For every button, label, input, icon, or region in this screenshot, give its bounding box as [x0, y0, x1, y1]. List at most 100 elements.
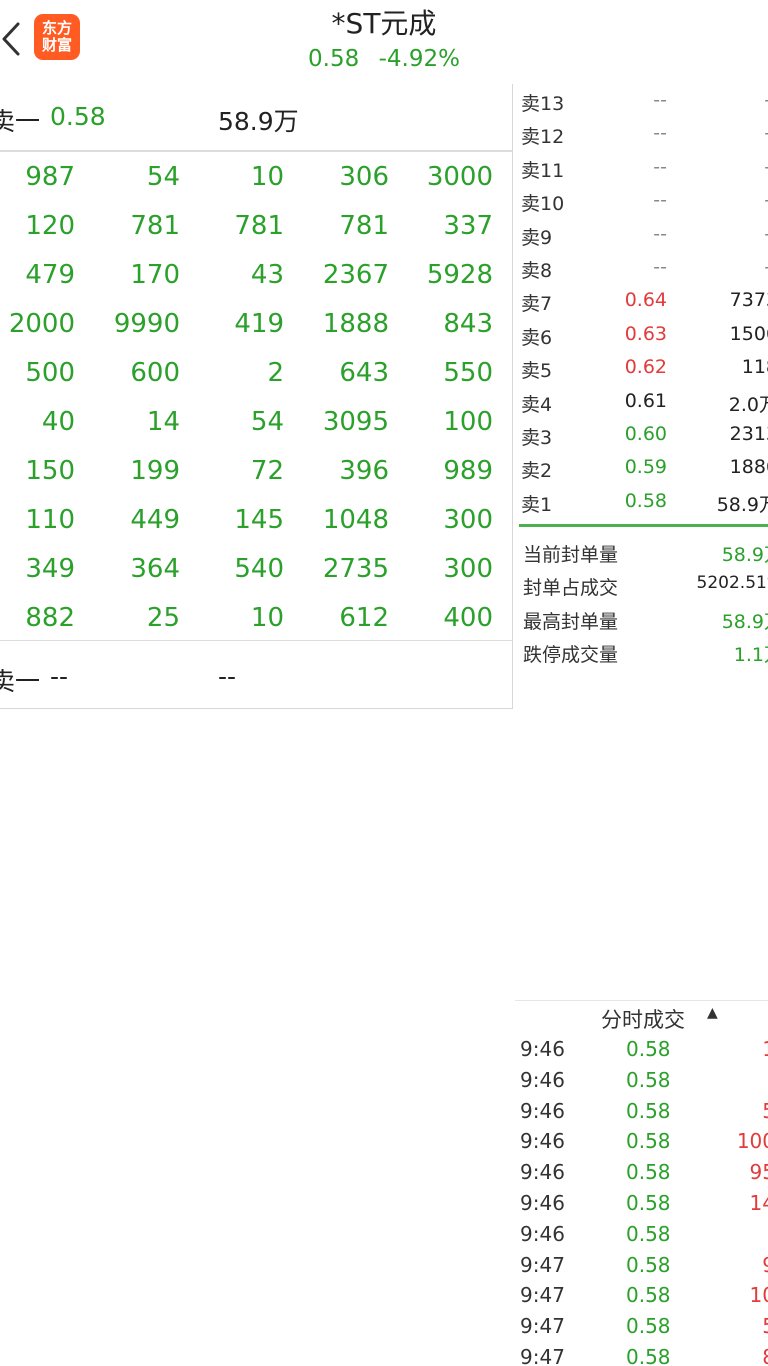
trade-time: 9:46 [520, 1129, 565, 1154]
table-row[interactable]: 2000 9990 419 1888 843 [0, 301, 512, 350]
orderbook-volume: -- [680, 189, 768, 211]
trade-volume: 8 [715, 1345, 768, 1366]
trade-row[interactable]: 9:46 0.58 5 [515, 1097, 768, 1127]
queue-top-label: 卖一 [0, 107, 41, 136]
orderbook-row[interactable]: 卖1 0.58 58.9万 [515, 485, 768, 518]
queue-cell: 349 [25, 554, 75, 584]
queue-cell: 14 [146, 407, 180, 437]
queue-bottom-row[interactable]: 卖一 -- -- [0, 644, 512, 708]
queue-cell: 199 [130, 456, 180, 486]
trade-row[interactable]: 9:46 0.58 14 [515, 1189, 768, 1219]
trade-volume: 100 [736, 1129, 768, 1154]
table-row[interactable]: 500 600 2 643 550 [0, 350, 512, 399]
price-summary: 0.58 -4.92% [0, 46, 768, 72]
queue-cell: 9990 [113, 309, 180, 339]
queue-cell: 72 [250, 456, 284, 486]
orderbook-level-label: 卖9 [521, 226, 553, 249]
trades-header[interactable]: 分时成交 ▲ [515, 1001, 768, 1035]
trade-row[interactable]: 9:47 0.58 10 [515, 1281, 768, 1311]
table-row[interactable]: 882 25 10 612 400 [0, 595, 512, 644]
orderbook-row[interactable]: 卖8 -- -- [515, 251, 768, 284]
orderbook-volume: -- [680, 256, 768, 278]
trade-time: 9:46 [520, 1067, 565, 1092]
orderbook-volume: -- [680, 122, 768, 144]
stat-value: 1.1万 [733, 644, 768, 667]
divider [0, 640, 512, 641]
orderbook-row[interactable]: 卖11 -- -- [515, 151, 768, 184]
orderbook-row[interactable]: 卖7 0.64 7373 [515, 284, 768, 317]
trade-row[interactable]: 9:46 0.58 [515, 1220, 768, 1250]
table-row[interactable]: 987 54 10 306 3000 [0, 154, 512, 203]
queue-cell: 364 [130, 554, 180, 584]
order-queue-panel: 卖一 0.58 58.9万 987 54 10 306 3000 120 781 781 781… [0, 84, 513, 709]
trade-price: 0.58 [626, 1252, 671, 1277]
queue-cell: 2 [267, 358, 284, 388]
table-row[interactable]: 120 781 781 781 337 [0, 203, 512, 252]
trade-time: 9:46 [520, 1221, 565, 1246]
stat-value: 58.9万 [721, 544, 768, 566]
table-row[interactable]: 479 170 43 2367 5928 [0, 252, 512, 301]
queue-cell: 3095 [322, 407, 389, 437]
queue-top-volume: 58.9万 [218, 107, 299, 136]
orderbook-price: -- [653, 222, 667, 245]
queue-cell: 600 [130, 358, 180, 388]
queue-cell: 5928 [426, 260, 493, 290]
divider [0, 150, 512, 152]
queue-cell: 989 [443, 456, 493, 486]
orderbook-row[interactable]: 卖13 -- -- [515, 84, 768, 117]
orderbook-level-label: 卖11 [521, 159, 565, 182]
stat-row: 当前封单量 58.9万 [523, 540, 768, 573]
orderbook-level-label: 卖13 [521, 93, 565, 115]
orderbook-row[interactable]: 卖5 0.62 118 [515, 351, 768, 384]
queue-cell: 1888 [322, 309, 389, 339]
orderbook-volume: 58.9万 [716, 493, 768, 516]
table-row[interactable]: 110 449 145 1048 300 [0, 497, 512, 546]
orderbook-row[interactable]: 卖6 0.63 1506 [515, 318, 768, 351]
orderbook-price: -- [653, 155, 667, 178]
orderbook-row[interactable]: 卖3 0.60 2313 [515, 418, 768, 451]
trade-row[interactable]: 9:46 0.58 [515, 1066, 768, 1096]
table-row[interactable]: 150 199 72 396 989 [0, 448, 512, 497]
queue-cell: 300 [443, 505, 493, 535]
queue-cell: 781 [339, 211, 389, 241]
trade-row[interactable]: 9:46 0.58 100 [515, 1127, 768, 1157]
orderbook-volume: 2313 [729, 422, 768, 445]
orderbook-row[interactable]: 卖9 -- -- [515, 218, 768, 251]
trade-row[interactable]: 9:46 0.58 95 [515, 1158, 768, 1188]
trade-row[interactable]: 9:47 0.58 9 [515, 1251, 768, 1281]
trade-row[interactable]: 9:47 0.58 5 [515, 1312, 768, 1342]
orderbook-level-label: 卖7 [521, 293, 553, 316]
trade-volume: 10 [749, 1283, 768, 1308]
stat-value: 58.9万 [721, 610, 768, 633]
queue-top-row[interactable]: 卖一 0.58 58.9万 [0, 84, 512, 148]
orderbook-row[interactable]: 卖12 -- -- [515, 117, 768, 150]
trade-time: 9:47 [520, 1283, 565, 1308]
orderbook-price: 0.58 [624, 489, 667, 512]
header: 东方 财富 *ST元成 0.58 -4.92% [0, 0, 768, 82]
trade-price: 0.58 [626, 1129, 671, 1154]
trade-price: 0.58 [626, 1037, 671, 1061]
orderbook-volume: 1886 [729, 456, 768, 479]
orderbook-volume: -- [680, 156, 768, 178]
sort-up-icon[interactable]: ▲ [707, 1005, 718, 1021]
trade-row[interactable]: 9:47 0.58 8 [515, 1343, 768, 1366]
orderbook-level-label: 卖3 [521, 426, 553, 449]
orderbook-row[interactable]: 卖2 0.59 1886 [515, 451, 768, 484]
queue-cell: 396 [339, 456, 389, 486]
trade-time: 9:46 [520, 1160, 565, 1185]
orderbook-price: -- [653, 255, 667, 278]
table-row[interactable]: 40 14 54 3095 100 [0, 399, 512, 448]
orderbook-row[interactable]: 卖10 -- -- [515, 184, 768, 217]
stat-label: 封单占成交 [523, 577, 619, 600]
trade-price: 0.58 [626, 1067, 671, 1092]
trade-row[interactable]: 9:46 0.58 1 [515, 1035, 768, 1065]
trade-volume: 9 [715, 1253, 768, 1277]
orderbook-volume: -- [680, 223, 768, 245]
trade-volume: 95 [749, 1160, 768, 1185]
queue-cell: 400 [443, 603, 493, 633]
queue-cell: 612 [339, 603, 389, 633]
orderbook-row[interactable]: 卖4 0.61 2.0万 [515, 385, 768, 418]
queue-cell: 479 [25, 260, 75, 290]
table-row[interactable]: 349 364 540 2735 300 [0, 546, 512, 595]
orderbook-volume: 2.0万 [728, 393, 768, 416]
